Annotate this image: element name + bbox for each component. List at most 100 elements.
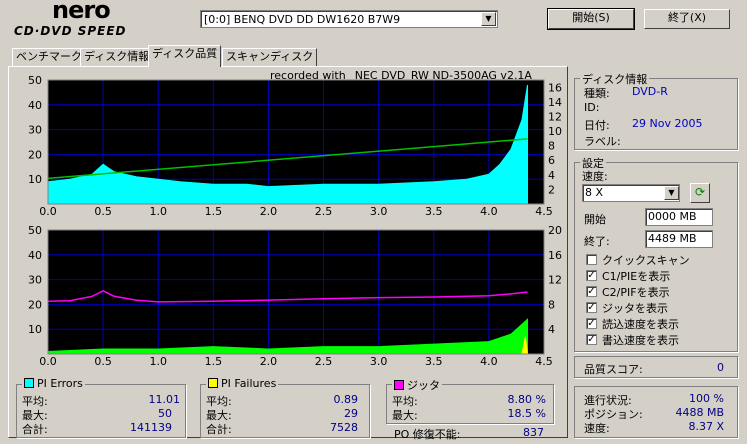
- disc-label-label: ラベル:: [584, 135, 621, 148]
- checkbox-label-3: ジッタを表示: [602, 302, 668, 315]
- refresh-icon[interactable]: ⟳: [690, 183, 710, 203]
- y-tick-1-3: 20: [28, 298, 42, 311]
- y-tick-0-2: 30: [28, 124, 42, 137]
- disc-type-value: DVD-R: [632, 85, 668, 98]
- y2-tick-0-3: 10: [548, 125, 562, 138]
- tab-benchmark[interactable]: ベンチマーク: [12, 48, 86, 66]
- checkbox-label-2: C2/PIFを表示: [602, 286, 670, 299]
- tab-disc-quality[interactable]: ディスク品質: [148, 45, 222, 67]
- speed-label: 速度:: [582, 170, 608, 183]
- x-tick-0-0: 0.0: [39, 205, 57, 218]
- jitter-swatch: [394, 380, 404, 390]
- start-input[interactable]: 0000 MB: [645, 208, 713, 226]
- checkbox-5[interactable]: ✓: [586, 334, 597, 345]
- y-tick-0-1: 40: [28, 99, 42, 112]
- speed-chevron-down-icon[interactable]: ▼: [664, 186, 679, 200]
- jitter-max-label: 最大:: [392, 409, 418, 422]
- x-tick-0-6: 3.0: [370, 205, 388, 218]
- x-tick-1-4: 2.0: [260, 355, 278, 368]
- pi-errors-total-label: 合計:: [22, 423, 48, 436]
- disc-type-label: 種類:: [584, 87, 610, 100]
- pi-failures-title: PI Failures: [206, 377, 279, 390]
- checkbox-2[interactable]: ✓: [586, 286, 597, 297]
- pi-errors-title-text: PI Errors: [37, 377, 83, 390]
- checkbox-label-4: 読込速度を表示: [602, 318, 679, 331]
- start-label: 開始: [584, 213, 606, 226]
- y2-tick-0-4: 8: [548, 140, 555, 153]
- pi-errors-title: PI Errors: [22, 377, 85, 390]
- x-tick-0-9: 4.5: [535, 205, 553, 218]
- x-tick-1-2: 1.0: [149, 355, 167, 368]
- nero-cd-dvd-speed-window: nero CD·DVD SPEED [0:0] BENQ DVD DD DW16…: [0, 0, 747, 444]
- checkbox-label-5: 書込速度を表示: [602, 334, 679, 347]
- x-tick-0-1: 0.5: [94, 205, 112, 218]
- end-input[interactable]: 4489 MB: [645, 230, 713, 248]
- charts-svg: 0.0 0.5 1.0 1.5 2.0 2.5 3.0 3.5 4.0 4.5 50 40 30 20 10…: [28, 74, 562, 368]
- nero-logo: nero: [52, 0, 111, 24]
- y-tick-0-3: 20: [28, 148, 42, 161]
- chevron-down-icon[interactable]: ▼: [481, 12, 496, 26]
- pi-errors-swatch: [24, 378, 34, 388]
- x-tick-1-9: 4.5: [535, 355, 553, 368]
- tab-scan-disc[interactable]: スキャンディスク: [222, 48, 318, 66]
- checkbox-0[interactable]: [586, 254, 597, 265]
- x-tick-1-0: 0.0: [39, 355, 57, 368]
- pi-failures-total: 7528: [330, 421, 358, 434]
- y2-tick-1-1: 16: [548, 249, 562, 262]
- x-tick-0-4: 2.0: [260, 205, 278, 218]
- jitter-avg: 8.80 %: [507, 393, 546, 406]
- disc-date-label: 日付:: [584, 119, 610, 132]
- pi-failures-title-text: PI Failures: [221, 377, 277, 390]
- progress-speed-label: 速度:: [584, 422, 610, 435]
- pi-errors-total: 141139: [130, 421, 172, 434]
- x-tick-0-2: 1.0: [149, 205, 167, 218]
- quality-label: 品質スコア:: [584, 363, 643, 376]
- x-tick-0-7: 3.5: [425, 205, 443, 218]
- jitter-title-text: ジッタ: [407, 379, 440, 392]
- y-tick-1-4: 10: [28, 323, 42, 336]
- x-tick-1-1: 0.5: [94, 355, 112, 368]
- end-label: 終了:: [584, 235, 610, 248]
- y-tick-1-1: 40: [28, 249, 42, 262]
- checkbox-1[interactable]: ✓: [586, 270, 597, 281]
- y-tick-0-0: 50: [28, 74, 42, 87]
- exit-button[interactable]: 終了(X): [644, 9, 730, 29]
- x-tick-0-8: 4.0: [480, 205, 498, 218]
- pi-failures-max: 29: [344, 407, 358, 420]
- quality-value: 0: [717, 361, 724, 374]
- checkbox-4[interactable]: ✓: [586, 318, 597, 329]
- plot-area-1: [48, 230, 544, 354]
- cd-dvd-speed-logo: CD·DVD SPEED: [14, 24, 127, 38]
- x-tick-1-8: 4.0: [480, 355, 498, 368]
- y2-tick-0-7: 2: [548, 183, 555, 196]
- y2-tick-1-4: 4: [548, 323, 555, 336]
- pi-errors-avg: 11.01: [148, 393, 181, 406]
- checkbox-3[interactable]: ✓: [586, 302, 597, 313]
- po-value: 837: [523, 426, 544, 439]
- y-tick-1-2: 30: [28, 274, 42, 287]
- x-tick-1-7: 3.5: [425, 355, 443, 368]
- checkbox-label-1: C1/PIEを表示: [602, 270, 671, 283]
- y2-tick-0-1: 14: [548, 96, 562, 109]
- y2-tick-1-0: 20: [548, 224, 562, 237]
- x-tick-0-5: 2.5: [315, 205, 333, 218]
- x-tick-1-5: 2.5: [315, 355, 333, 368]
- x-tick-1-6: 3.0: [370, 355, 388, 368]
- y2-tick-1-3: 8: [548, 298, 555, 311]
- y2-tick-1-2: 12: [548, 274, 562, 287]
- progress-position-value: 4488 MB: [675, 406, 724, 419]
- drive-select-value: [0:0] BENQ DVD DD DW1620 B7W9: [204, 13, 401, 26]
- po-label: PO 修復不能:: [394, 428, 461, 441]
- pi-errors-max: 50: [158, 407, 172, 420]
- y2-tick-0-2: 12: [548, 110, 562, 123]
- progress-speed-value: 8.37 X: [688, 420, 724, 433]
- start-button[interactable]: 開始(S): [547, 8, 635, 30]
- y2-tick-0-5: 6: [548, 154, 555, 167]
- tab-disc-info[interactable]: ディスク情報: [80, 48, 154, 66]
- y2-tick-0-0: 16: [548, 81, 562, 94]
- pi-failures-avg: 0.89: [333, 393, 359, 406]
- progress-status-value: 100 %: [689, 392, 724, 405]
- pi-failures-swatch: [208, 378, 218, 388]
- y-tick-1-0: 50: [28, 224, 42, 237]
- disc-id-label: ID:: [584, 101, 600, 114]
